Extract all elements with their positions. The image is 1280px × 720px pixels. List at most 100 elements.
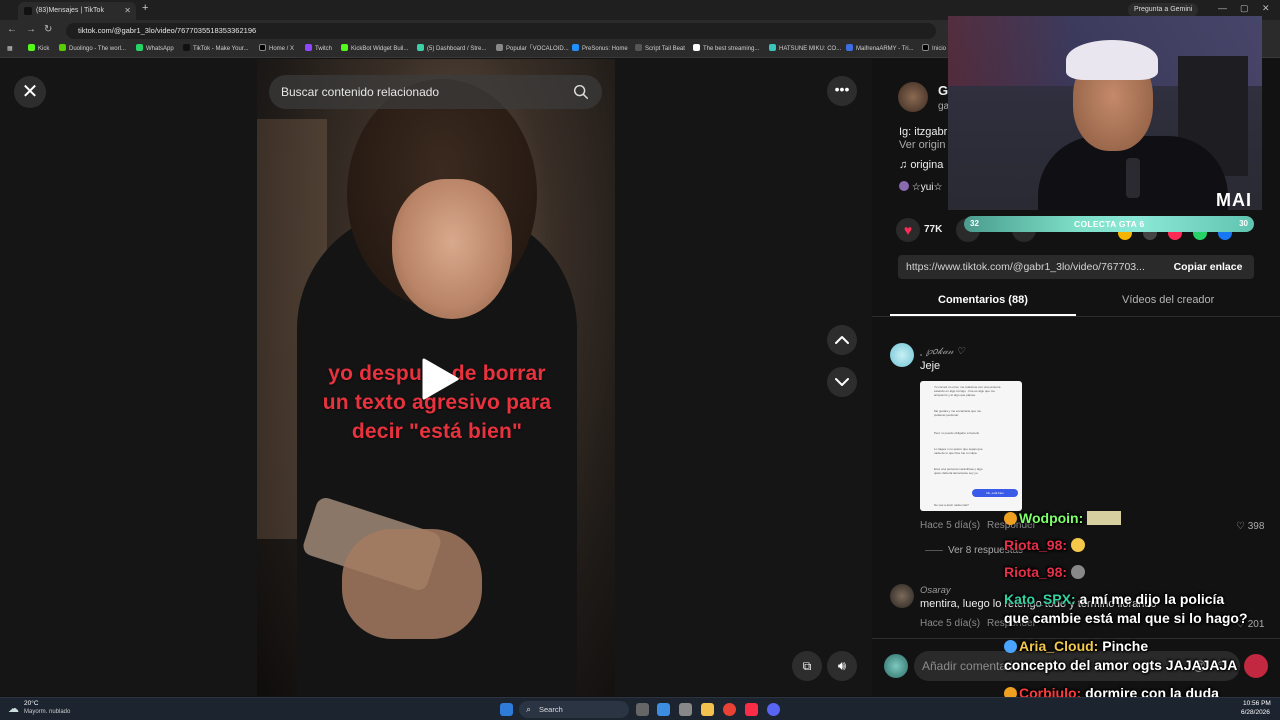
chat-user: Riota_98: [1004,537,1068,553]
screenshot-message: Eres una persona maravillosa y algo quie… [934,467,983,475]
next-video-button[interactable] [827,367,857,397]
chat-user: Aria_Cloud: [1019,638,1099,654]
chat-user: Wodpoin: [1019,510,1084,526]
bookmark-item[interactable]: KickBot Widget Buil... [341,44,408,55]
widgets-icon[interactable] [657,703,670,716]
related-search-input[interactable]: Buscar contenido relacionado [269,75,602,109]
floating-player-button[interactable]: ⧉ [792,651,822,681]
goal-target: 30 [1239,219,1248,228]
bookmark-item[interactable]: Kick [28,44,49,55]
close-icon: ✕ [21,81,39,103]
comment-like[interactable]: ♡ 398 [1236,521,1264,532]
avatar[interactable] [890,584,914,608]
volume-button[interactable]: 🔊︎ [827,651,857,681]
bookmark-item[interactable]: Inicio [922,44,946,55]
chat-text: a mí me dijo la policía [1079,591,1225,607]
tab-comments[interactable]: Comentarios (88) [938,294,1028,306]
bookmark-favicon-icon [635,44,642,51]
chat-emote-icon [1070,538,1085,552]
bookmark-favicon-icon [59,44,66,51]
reload-icon[interactable]: ↻ [44,24,52,35]
chat-emote-icon [1087,511,1122,525]
bookmark-favicon-icon [259,44,266,51]
copy-link-button[interactable]: Copiar enlace [1162,255,1254,279]
chrome-icon[interactable] [723,703,736,716]
windows-start-icon[interactable] [500,703,513,716]
forward-icon[interactable]: → [26,24,36,35]
browser-tab-tiktok[interactable]: (83)Mensajes | TikTok ✕ [18,2,136,20]
search-icon[interactable] [572,83,590,101]
sound-row[interactable]: ♫ origina [899,159,943,171]
bookmark-item[interactable]: (5) Dashboard / Stre... [417,44,486,55]
bookmark-item[interactable]: Duolingo - The worl... [59,44,126,55]
taskbar-search[interactable]: ⌕ Search [519,701,629,718]
tab-creator-videos[interactable]: Vídeos del creador [1122,294,1214,306]
bookmark-favicon-icon [846,44,853,51]
screenshot-message: Pero no puedo obligarte a hacerlo [934,431,980,435]
user-avatar[interactable] [884,654,908,678]
bookmark-item[interactable]: WhatsApp [136,44,174,55]
video-link-text: https://www.tiktok.com/@gabr1_3lo/video/… [906,261,1145,273]
bookmark-favicon-icon [496,44,503,51]
music-app-icon[interactable] [745,703,758,716]
bookmark-item[interactable]: MaifrenaARMY - Tri... [846,44,914,55]
post-comment-button[interactable] [1244,654,1268,678]
apps-grid-icon[interactable]: ▦ [7,44,13,55]
new-tab-button[interactable]: + [142,2,148,14]
file-explorer-icon[interactable] [701,703,714,716]
url-field[interactable]: tiktok.com/@gabr1_3lo/video/767703551835… [66,23,936,39]
person-hands [342,529,482,639]
bookmark-item[interactable]: Home / X [259,44,294,55]
settings-app-icon[interactable] [679,703,692,716]
chat-emote-icon [1070,565,1085,579]
creator-name[interactable]: G [938,83,948,98]
bookmark-item[interactable]: PreSonus: Home [572,44,628,55]
bookmark-favicon-icon [28,44,35,51]
comment-text: Jeje [920,360,941,372]
maximize-icon[interactable]: ▢ [1240,3,1249,14]
weather-cloud-icon[interactable]: ☁ [8,702,19,715]
comment-time: Hace 5 día(s) [920,618,981,629]
video-description: Ig: itzgabr [899,126,948,138]
comment-username[interactable]: ˳ ℘𝑜𝓀𝒶𝓃 ♡ [920,346,965,357]
comment-image-attachment[interactable]: Yo cometí un error, me relacione con una… [920,381,1022,511]
chat-message-continued: que cambie está mal que si lo hago? [1004,610,1248,626]
bookmark-item[interactable]: HATSUNE MIKU: CO... [769,44,841,55]
previous-video-button[interactable] [827,325,857,355]
bookmark-favicon-icon [305,44,312,51]
close-window-icon[interactable]: ✕ [1262,3,1270,14]
see-original-link[interactable]: Ver origin [899,139,945,151]
bookmark-item[interactable]: TikTok - Make Your... [183,44,248,55]
comment-username[interactable]: Osaray [920,585,951,596]
play-icon[interactable] [420,357,460,401]
like-count: 77K [924,224,943,235]
close-video-button[interactable]: ✕ [14,76,46,108]
task-view-icon[interactable] [636,703,649,716]
chevron-up-icon [835,336,849,344]
tab-title: (83)Mensajes | TikTok [36,7,104,14]
goal-label: COLECTA GTA 6 [1074,219,1145,229]
gemini-button[interactable]: Pregunta a Gemini [1128,3,1199,17]
creator-avatar[interactable] [898,82,928,112]
avatar[interactable] [890,343,914,367]
discord-icon[interactable] [767,703,780,716]
bookmark-item[interactable]: Script Tail Beat [635,44,685,55]
bookmark-item[interactable]: Popular「VOCALOID... [496,44,569,55]
cam-watermark: MAI [1216,190,1252,210]
donation-goal-bar: 32 COLECTA GTA 6 30 [964,216,1254,232]
video-player[interactable]: Buscar contenido relacionado yo después … [257,59,615,696]
close-tab-icon[interactable]: ✕ [124,2,131,20]
screenshot-reply-bubble: Ok, está bien [972,489,1018,497]
back-icon[interactable]: ← [7,24,17,35]
like-button[interactable]: ♥ [896,218,920,242]
music-note-icon: ♫ [899,159,911,171]
bookmark-item[interactable]: The best streaming... [693,44,759,55]
bookmark-favicon-icon [769,44,776,51]
more-options-button[interactable]: ••• [827,76,857,106]
minimize-icon[interactable]: — [1218,3,1227,13]
bookmark-item[interactable]: Twitch [305,44,332,55]
chat-text: Pinche [1102,638,1149,654]
comment-like-count: 398 [1247,521,1265,532]
clock-time: 10:56 PM [1243,700,1271,707]
chat-user: Kato_SPX: [1004,591,1076,607]
